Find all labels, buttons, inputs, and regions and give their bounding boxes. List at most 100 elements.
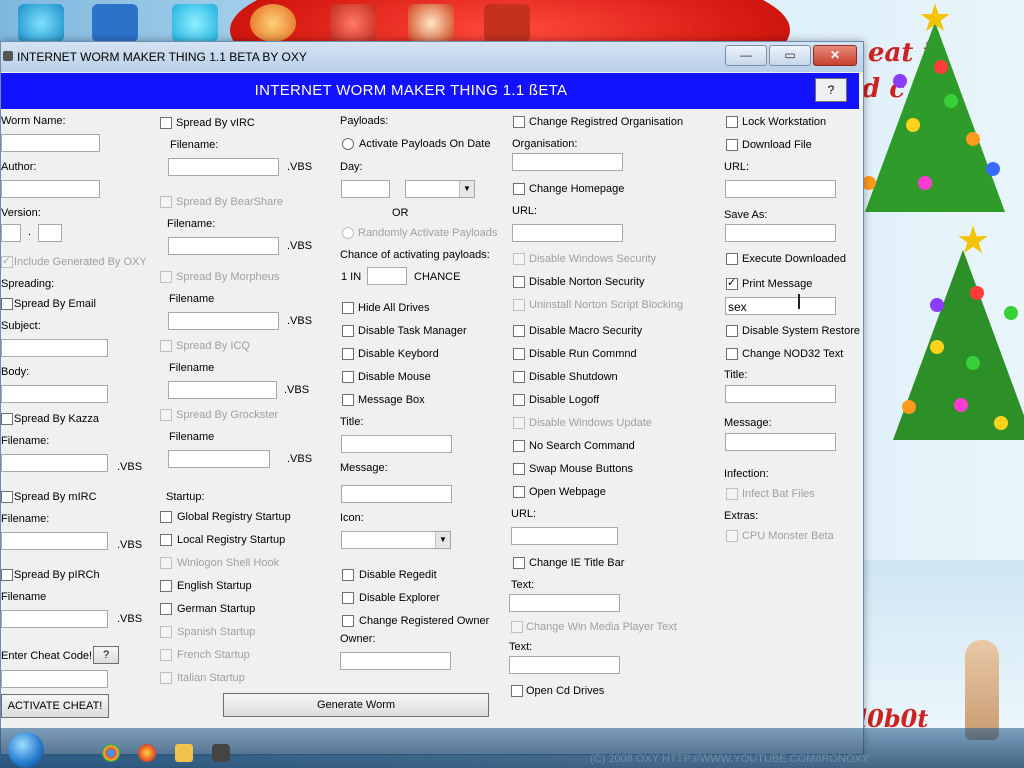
spread-pirch-checkbox[interactable]	[1, 569, 13, 581]
generate-worm-button[interactable]: Generate Worm	[223, 693, 489, 717]
local-registry-checkbox[interactable]	[160, 534, 172, 546]
nod32-title-input[interactable]	[725, 385, 836, 403]
gift-app-icon[interactable]	[484, 4, 530, 42]
disable-explorer-checkbox[interactable]	[342, 592, 354, 604]
homepage-url-input[interactable]	[512, 224, 623, 242]
app-taskbar-icon[interactable]	[212, 744, 230, 762]
spanish-startup-checkbox[interactable]	[160, 626, 172, 638]
version-major-input[interactable]	[1, 224, 21, 242]
save-as-input[interactable]	[725, 224, 836, 242]
disable-run-checkbox[interactable]	[513, 348, 525, 360]
gem-icon[interactable]	[172, 4, 218, 42]
winlogon-checkbox[interactable]	[160, 557, 172, 569]
download-url-input[interactable]	[725, 180, 836, 198]
chrome-icon[interactable]	[102, 744, 120, 762]
angry-birds-icon[interactable]	[330, 4, 376, 42]
ie-title-text-input[interactable]	[509, 594, 620, 612]
disable-logoff-checkbox[interactable]	[513, 394, 525, 406]
no-search-checkbox[interactable]	[513, 440, 525, 452]
desktop-app-icon[interactable]	[18, 4, 64, 42]
version-minor-input[interactable]	[38, 224, 62, 242]
month-select[interactable]: ▼	[405, 180, 475, 198]
open-cd-checkbox[interactable]	[511, 685, 523, 697]
disable-task-manager-checkbox[interactable]	[342, 325, 354, 337]
include-generated-checkbox[interactable]	[1, 254, 13, 268]
settings-gear-icon[interactable]	[92, 4, 138, 42]
infect-bat-checkbox[interactable]	[726, 488, 738, 500]
worm-name-input[interactable]	[1, 134, 100, 152]
activate-cheat-button[interactable]: ACTIVATE CHEAT!	[1, 694, 109, 718]
subject-input[interactable]	[1, 339, 108, 357]
wmp-text-input[interactable]	[509, 656, 620, 674]
spread-email-checkbox[interactable]	[1, 298, 13, 310]
spread-bearshare-checkbox[interactable]	[160, 196, 172, 208]
close-button[interactable]: ✕	[813, 45, 857, 66]
english-startup-checkbox[interactable]	[160, 580, 172, 592]
body-input[interactable]	[1, 385, 108, 403]
spread-virc-checkbox[interactable]	[160, 117, 172, 129]
change-wmp-checkbox[interactable]	[511, 621, 523, 633]
morpheus-filename-input[interactable]	[168, 312, 279, 330]
santa-app-icon[interactable]	[408, 4, 454, 42]
grockster-filename-input[interactable]	[168, 450, 270, 468]
german-startup-checkbox[interactable]	[160, 603, 172, 615]
uninstall-norton-checkbox[interactable]	[513, 299, 525, 311]
message-box-checkbox[interactable]	[342, 394, 354, 406]
maximize-button[interactable]: ▭	[769, 45, 811, 66]
open-webpage-checkbox[interactable]	[513, 486, 525, 498]
title-bar[interactable]: INTERNET WORM MAKER THING 1.1 BETA BY OX…	[1, 42, 863, 72]
icon-select[interactable]: ▼	[341, 531, 451, 549]
disable-shutdown-checkbox[interactable]	[513, 371, 525, 383]
disable-macro-checkbox[interactable]	[513, 325, 525, 337]
help-button[interactable]: ?	[815, 78, 847, 102]
random-payloads-radio[interactable]	[342, 227, 354, 239]
change-org-checkbox[interactable]	[513, 116, 525, 128]
kazza-filename-input[interactable]	[1, 454, 108, 472]
firefox-icon[interactable]	[138, 744, 156, 762]
spread-grockster-checkbox[interactable]	[160, 409, 172, 421]
print-message-input[interactable]: sex	[725, 297, 836, 315]
spread-morpheus-checkbox[interactable]	[160, 271, 172, 283]
change-owner-checkbox[interactable]	[342, 615, 354, 627]
change-homepage-checkbox[interactable]	[513, 183, 525, 195]
mirc-filename-input[interactable]	[1, 532, 108, 550]
spread-kazza-checkbox[interactable]	[1, 413, 13, 425]
owner-input[interactable]	[340, 652, 451, 670]
chance-input[interactable]	[367, 267, 407, 285]
hide-drives-checkbox[interactable]	[342, 302, 354, 314]
italian-startup-checkbox[interactable]	[160, 672, 172, 684]
cpu-monster-checkbox[interactable]	[726, 530, 738, 542]
global-registry-checkbox[interactable]	[160, 511, 172, 523]
icq-filename-input[interactable]	[168, 381, 277, 399]
virc-filename-input[interactable]	[168, 158, 279, 176]
p-app-icon[interactable]	[250, 4, 296, 42]
bearshare-filename-input[interactable]	[168, 237, 279, 255]
disable-system-restore-checkbox[interactable]	[726, 325, 738, 337]
change-ie-title-checkbox[interactable]	[513, 557, 525, 569]
disable-win-update-checkbox[interactable]	[513, 417, 525, 429]
execute-downloaded-checkbox[interactable]	[726, 253, 738, 265]
folder-icon[interactable]	[175, 744, 193, 762]
organisation-input[interactable]	[512, 153, 623, 171]
nod32-message-input[interactable]	[725, 433, 836, 451]
change-nod32-checkbox[interactable]	[726, 348, 738, 360]
french-startup-checkbox[interactable]	[160, 649, 172, 661]
disable-keybord-checkbox[interactable]	[342, 348, 354, 360]
start-button-icon[interactable]	[8, 732, 44, 768]
msgbox-title-input[interactable]	[341, 435, 452, 453]
msgbox-message-input[interactable]	[341, 485, 452, 503]
minimize-button[interactable]: —	[725, 45, 767, 66]
cheat-code-input[interactable]	[1, 670, 108, 688]
cheat-help-button[interactable]: ?	[93, 646, 119, 664]
spread-icq-checkbox[interactable]	[160, 340, 172, 352]
activate-on-date-radio[interactable]	[342, 138, 354, 150]
disable-regedit-checkbox[interactable]	[342, 569, 354, 581]
day-input[interactable]	[341, 180, 390, 198]
lock-workstation-checkbox[interactable]	[726, 116, 738, 128]
spread-mirc-checkbox[interactable]	[1, 491, 13, 503]
author-input[interactable]	[1, 180, 100, 198]
disable-norton-checkbox[interactable]	[513, 276, 525, 288]
disable-mouse-checkbox[interactable]	[342, 371, 354, 383]
download-file-checkbox[interactable]	[726, 139, 738, 151]
pirch-filename-input[interactable]	[1, 610, 108, 628]
